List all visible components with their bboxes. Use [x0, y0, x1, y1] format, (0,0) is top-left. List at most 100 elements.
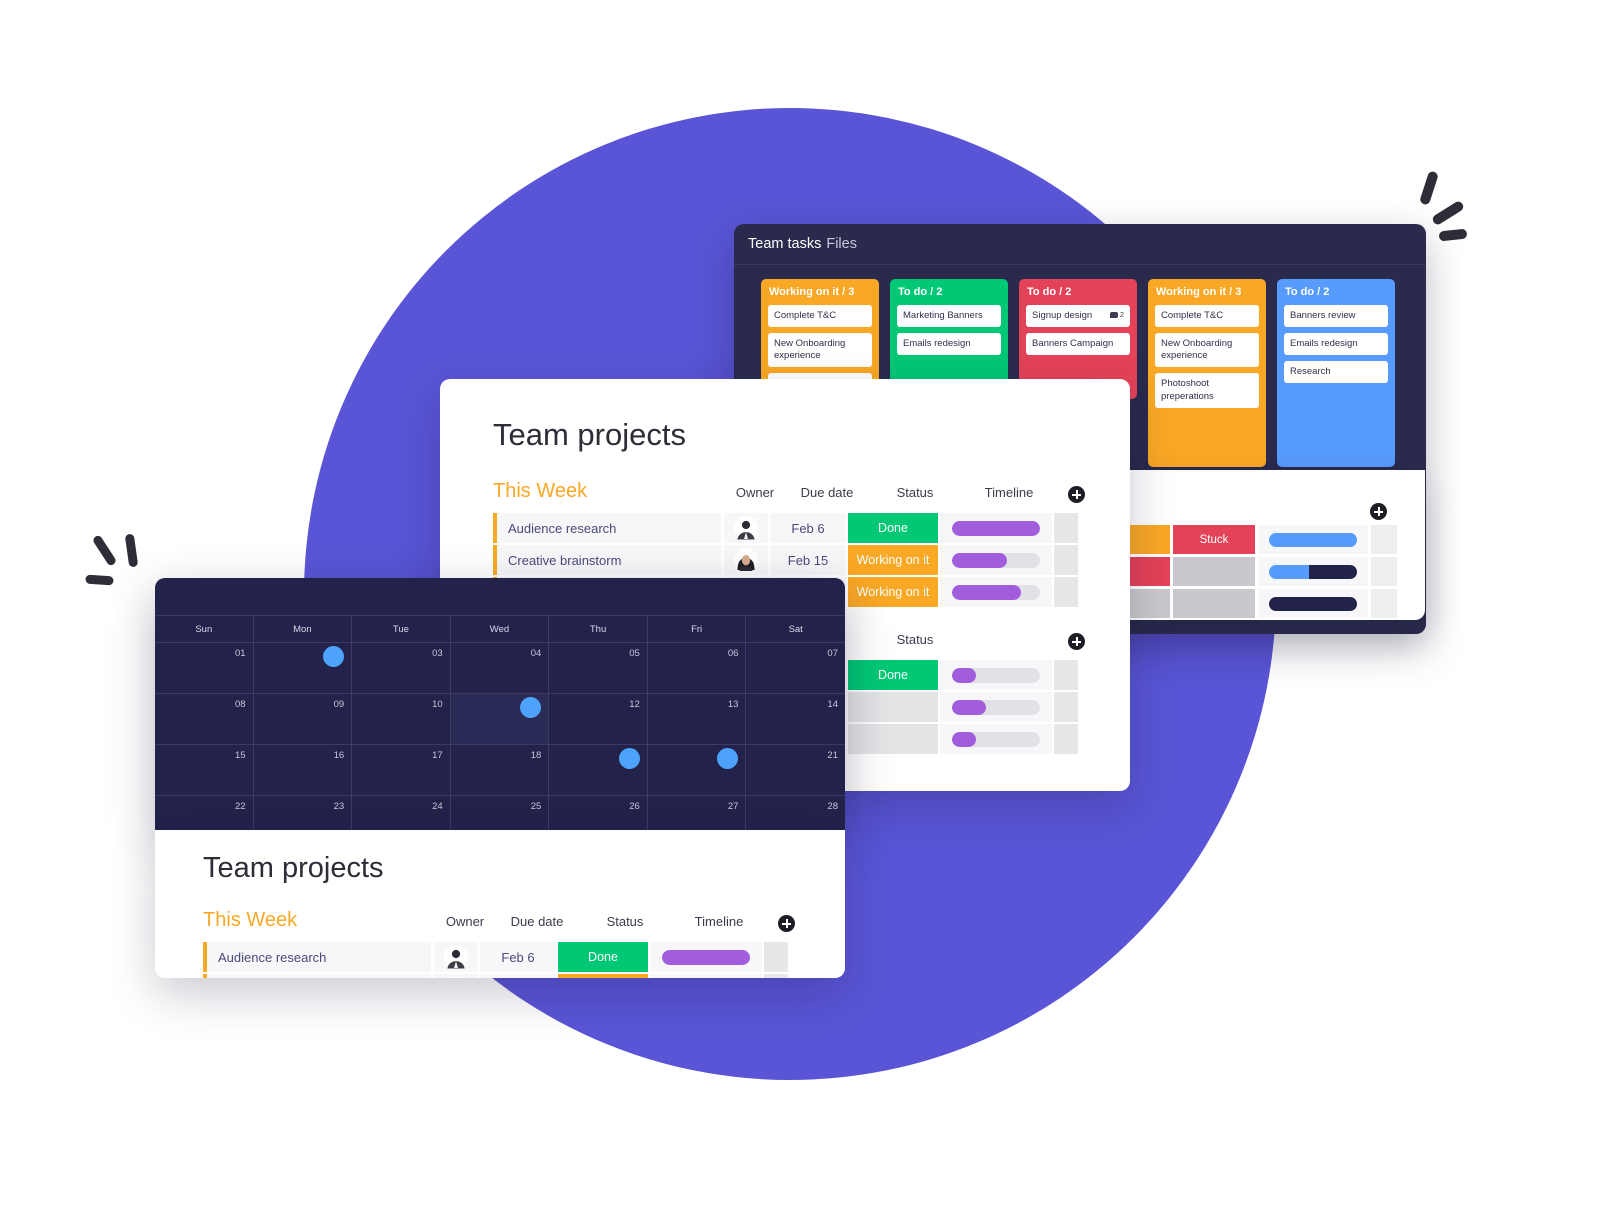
calendar-cell[interactable]: 08	[155, 693, 254, 744]
task-name[interactable]: Audience research	[493, 513, 721, 543]
calendar-cell[interactable]: 13	[647, 693, 747, 744]
avatar	[734, 548, 758, 572]
progress-fill	[952, 584, 1021, 600]
kanban-card[interactable]: Research	[1284, 361, 1388, 384]
status-badge[interactable]: Done	[558, 942, 648, 972]
kanban-card[interactable]: Marketing Banners	[897, 305, 1001, 328]
timeline-cell[interactable]	[1258, 557, 1368, 586]
status-badge[interactable]	[848, 692, 938, 722]
calendar-cell[interactable]: 25	[450, 795, 550, 830]
calendar-cell[interactable]: 12	[549, 693, 648, 744]
add-column-plus-icon[interactable]	[1068, 486, 1085, 503]
calendar-event-dot-icon[interactable]	[618, 748, 640, 769]
status-badge[interactable]	[1173, 557, 1255, 586]
status-badge[interactable]	[1173, 589, 1255, 618]
due-date-cell[interactable]: Feb 15	[770, 545, 846, 575]
calendar-cell[interactable]: 10	[352, 693, 451, 744]
timeline-cell[interactable]	[650, 974, 762, 978]
calendar-cell[interactable]: 23	[253, 795, 353, 830]
due-date-cell[interactable]: Feb 6	[770, 513, 846, 543]
group-label[interactable]: This Week	[493, 480, 587, 503]
calendar-event-dot-icon[interactable]	[520, 697, 542, 718]
due-date-cell[interactable]	[480, 974, 556, 978]
calendar-event-dot-icon[interactable]	[323, 646, 345, 667]
calendar-cell[interactable]: 07	[746, 642, 845, 693]
calendar-cell[interactable]	[549, 744, 648, 795]
task-name[interactable]: Audience research	[203, 942, 431, 972]
kanban-column-todo-3[interactable]: To do / 2 Banners review Emails redesign…	[1277, 279, 1395, 467]
table-row[interactable]: Creative brainstorm Feb 15 Working on it	[493, 545, 1078, 575]
decorative-dash-icon	[91, 534, 118, 567]
status-badge[interactable]: Done	[848, 513, 938, 543]
column-header-due-date: Due date	[800, 485, 854, 500]
calendar-cell-selected[interactable]	[450, 693, 550, 744]
calendar-cell[interactable]	[253, 642, 353, 693]
calendar-cell[interactable]: 14	[746, 693, 845, 744]
kanban-card[interactable]: Emails redesign	[1284, 333, 1388, 356]
progress-fill	[952, 667, 976, 683]
status-badge[interactable]: Done	[848, 660, 938, 690]
owner-cell[interactable]	[434, 942, 478, 972]
kanban-column-header: To do / 2	[1285, 286, 1330, 298]
kanban-card[interactable]: Complete T&C	[1155, 305, 1259, 328]
calendar-cell[interactable]: 15	[155, 744, 254, 795]
timeline-cell[interactable]	[1258, 525, 1368, 554]
timeline-cell[interactable]	[940, 692, 1052, 722]
calendar-cell[interactable]: 04	[450, 642, 550, 693]
kanban-column-todo-1[interactable]: To do / 2 Marketing Banners Emails redes…	[890, 279, 1008, 391]
status-badge[interactable]: Stuck	[1173, 525, 1255, 554]
owner-cell[interactable]	[724, 513, 768, 543]
group-label[interactable]: This Week	[203, 909, 297, 932]
calendar-cell[interactable]: 21	[746, 744, 845, 795]
timeline-cell[interactable]	[940, 577, 1052, 607]
status-badge[interactable]: Working on it	[848, 577, 938, 607]
add-row-plus-icon[interactable]	[1370, 503, 1387, 520]
kanban-card[interactable]: Complete T&C	[768, 305, 872, 328]
timeline-cell[interactable]	[940, 724, 1052, 754]
kanban-card[interactable]: Emails redesign	[897, 333, 1001, 356]
kanban-column-working-2[interactable]: Working on it / 3 Complete T&C New Onboa…	[1148, 279, 1266, 467]
calendar-cell[interactable]: 24	[352, 795, 451, 830]
table-row[interactable]: Audience research Feb 6 Done	[203, 942, 788, 972]
timeline-cell[interactable]	[1258, 589, 1368, 618]
status-badge[interactable]	[558, 974, 648, 978]
calendar-cell[interactable]: 05	[549, 642, 648, 693]
calendar-cell[interactable]: 03	[352, 642, 451, 693]
kanban-card-label: Marketing Banners	[903, 310, 983, 321]
add-column-plus-icon[interactable]	[1068, 633, 1085, 650]
calendar-cell[interactable]: 28	[746, 795, 845, 830]
kanban-card[interactable]: Signup design 2	[1026, 305, 1130, 328]
table-row[interactable]	[203, 974, 788, 978]
kanban-card[interactable]: Photoshoot preperations	[1155, 373, 1259, 408]
calendar-cell[interactable]	[647, 744, 747, 795]
status-badge[interactable]	[848, 724, 938, 754]
kanban-card[interactable]: Banners review	[1284, 305, 1388, 328]
kanban-card[interactable]: Banners Campaign	[1026, 333, 1130, 356]
timeline-cell[interactable]	[650, 942, 762, 972]
kanban-files-tab[interactable]: Files	[826, 236, 857, 252]
calendar-cell[interactable]: 22	[155, 795, 254, 830]
calendar-event-dot-icon[interactable]	[717, 748, 739, 769]
kanban-card[interactable]: New Onboarding experience	[1155, 333, 1259, 368]
kanban-card[interactable]: New Onboarding experience	[768, 333, 872, 368]
calendar-cell[interactable]: 06	[647, 642, 747, 693]
calendar-cell[interactable]: 27	[647, 795, 747, 830]
calendar-cell[interactable]: 09	[253, 693, 353, 744]
table-row[interactable]: Audience research Feb 6 Done	[493, 513, 1078, 543]
task-name[interactable]	[203, 974, 431, 978]
calendar-cell[interactable]: 01	[155, 642, 254, 693]
due-date-cell[interactable]: Feb 6	[480, 942, 556, 972]
task-name[interactable]: Creative brainstorm	[493, 545, 721, 575]
timeline-cell[interactable]	[940, 513, 1052, 543]
calendar-cell[interactable]: 18	[450, 744, 550, 795]
timeline-cell[interactable]	[940, 545, 1052, 575]
owner-cell[interactable]	[434, 974, 478, 978]
calendar-cell[interactable]: 16	[253, 744, 353, 795]
owner-cell[interactable]	[724, 545, 768, 575]
add-column-plus-icon[interactable]	[778, 915, 795, 932]
avatar	[444, 945, 468, 969]
calendar-cell[interactable]: 26	[549, 795, 648, 830]
status-badge[interactable]: Working on it	[848, 545, 938, 575]
timeline-cell[interactable]	[940, 660, 1052, 690]
calendar-cell[interactable]: 17	[352, 744, 451, 795]
